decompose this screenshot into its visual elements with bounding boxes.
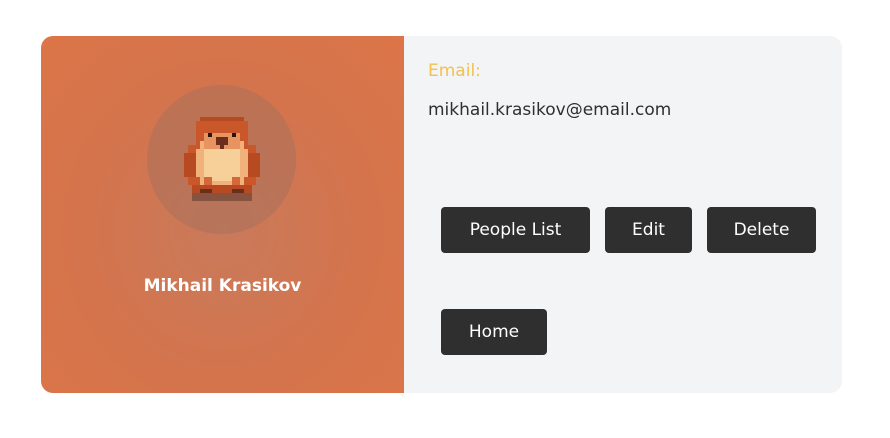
email-label: Email:	[428, 61, 481, 81]
delete-button[interactable]: Delete	[707, 207, 816, 253]
edit-button[interactable]: Edit	[605, 207, 692, 253]
profile-card: Mikhail Krasikov Email: mikhail.krasikov…	[41, 36, 842, 393]
home-button[interactable]: Home	[441, 309, 547, 355]
pixel-hamster-icon	[184, 117, 260, 201]
people-list-button[interactable]: People List	[441, 207, 590, 253]
avatar	[147, 85, 296, 234]
email-value: mikhail.krasikov@email.com	[428, 100, 672, 120]
details-panel: Email: mikhail.krasikov@email.com People…	[404, 36, 842, 393]
user-name: Mikhail Krasikov	[143, 276, 302, 296]
profile-panel: Mikhail Krasikov	[41, 36, 404, 393]
